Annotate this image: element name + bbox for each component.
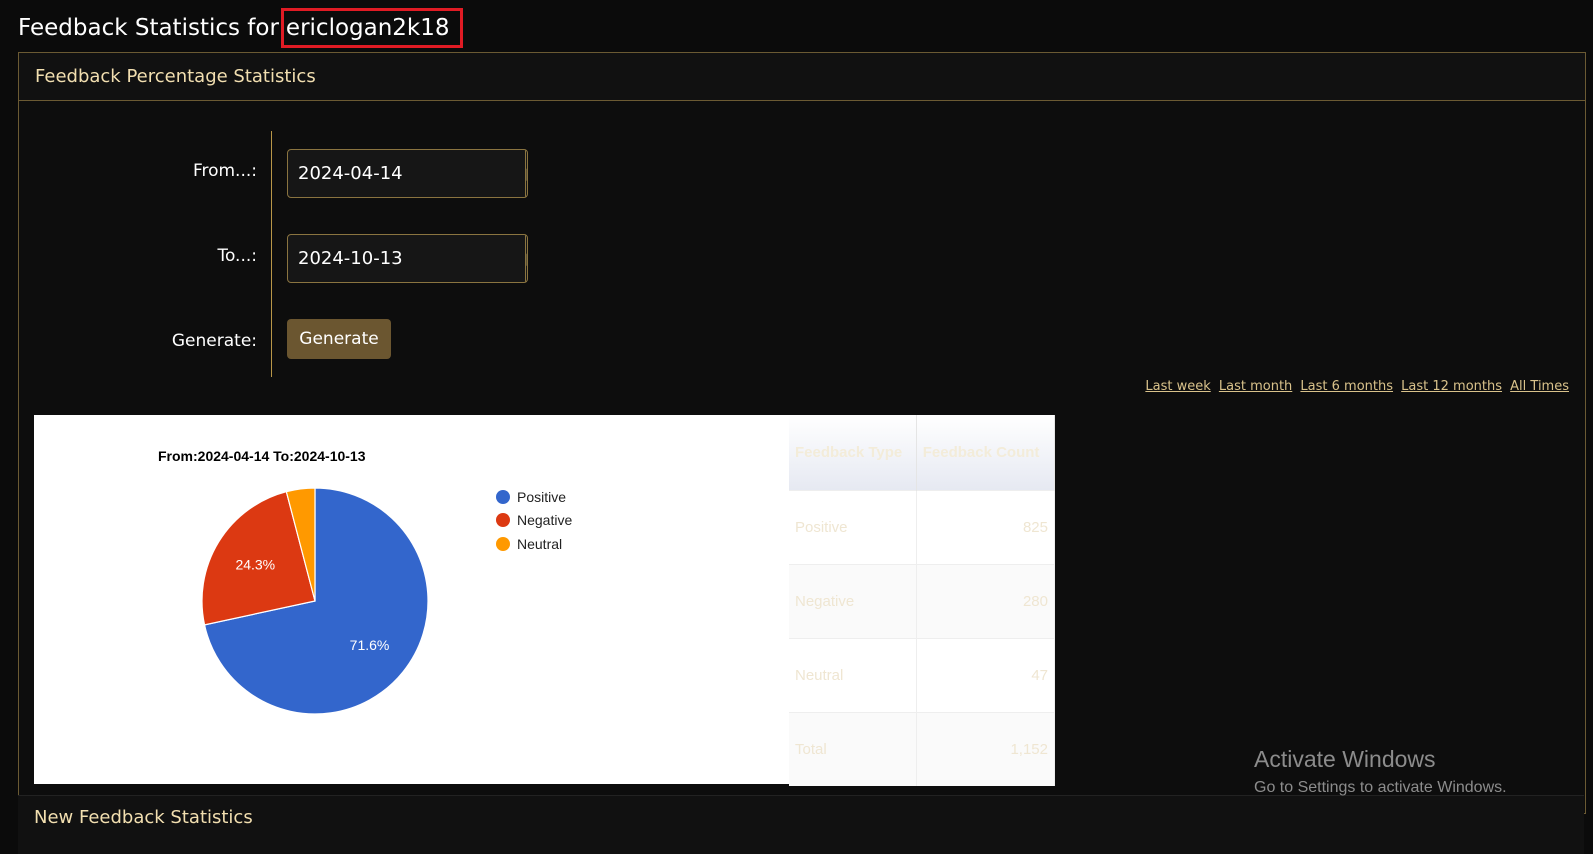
from-label: From...: xyxy=(192,161,257,181)
from-calendar-button[interactable] xyxy=(525,150,527,197)
cell-type: Positive xyxy=(789,490,917,565)
activate-windows-watermark: Activate Windows Go to Settings to activ… xyxy=(1254,744,1507,802)
pie-label-negative: 24.3% xyxy=(235,556,275,572)
chart-legend: Positive Negative Neutral xyxy=(496,485,572,556)
to-label: To...: xyxy=(217,246,257,266)
feedback-percentage-panel: Feedback Percentage Statistics From...: … xyxy=(18,52,1586,814)
feedback-table: Feedback Type Feedback Count Positive 82… xyxy=(789,415,1056,786)
header-feedback-count[interactable]: Feedback Count xyxy=(916,415,1056,491)
chart-container: From:2024-04-14 To:2024-10-13 71.6% 24.3%… xyxy=(34,415,1056,786)
username-highlight: ericlogan2k18 xyxy=(280,8,463,48)
cell-type: Negative xyxy=(789,564,917,639)
legend-item-positive[interactable]: Positive xyxy=(496,485,572,509)
to-date-group xyxy=(287,234,528,283)
legend-item-neutral[interactable]: Neutral xyxy=(496,532,572,556)
cell-count: 47 xyxy=(916,638,1056,713)
pie-chart: 71.6% 24.3% xyxy=(201,487,429,715)
cell-type: Total xyxy=(789,712,917,786)
table-row: Negative 280 xyxy=(789,564,1056,639)
header-feedback-type[interactable]: Feedback Type xyxy=(789,415,917,491)
table-row: Neutral 47 xyxy=(789,638,1056,713)
table-row-total: Total 1,152 xyxy=(789,712,1056,786)
table-header-row: Feedback Type Feedback Count xyxy=(789,415,1056,491)
page-title-prefix: Feedback Statistics for xyxy=(18,15,279,41)
pie-label-positive: 71.6% xyxy=(350,637,390,653)
to-calendar-button[interactable] xyxy=(525,235,527,282)
link-all-times[interactable]: All Times xyxy=(1510,379,1569,394)
from-date-group xyxy=(287,149,528,198)
panel-header: Feedback Percentage Statistics xyxy=(19,53,1585,101)
calendar-icon xyxy=(526,167,527,181)
legend-label-negative: Negative xyxy=(517,512,573,529)
generate-label: Generate: xyxy=(171,331,257,351)
calendar-icon xyxy=(526,252,527,266)
table-row: Positive 825 xyxy=(789,490,1056,565)
chart-title: From:2024-04-14 To:2024-10-13 xyxy=(158,448,366,464)
to-date-input[interactable] xyxy=(288,235,525,282)
legend-item-negative[interactable]: Negative xyxy=(496,509,572,533)
legend-label-positive: Positive xyxy=(517,488,567,505)
cell-count: 280 xyxy=(916,564,1056,639)
page-title: Feedback Statistics for ericlogan2k18 xyxy=(18,8,463,48)
generate-button[interactable]: Generate xyxy=(287,319,391,359)
link-last-6-months[interactable]: Last 6 months xyxy=(1300,379,1393,394)
link-last-month[interactable]: Last month xyxy=(1219,379,1292,394)
cell-type: Neutral xyxy=(789,638,917,713)
quick-range-links: Last week Last month Last 6 months Last … xyxy=(1141,379,1569,394)
legend-swatch-neutral xyxy=(496,536,510,551)
watermark-line2: Go to Settings to activate Windows. xyxy=(1254,779,1507,796)
cell-count: 1,152 xyxy=(916,712,1056,786)
watermark-line1: Activate Windows xyxy=(1254,746,1436,772)
legend-swatch-negative xyxy=(496,513,510,528)
panel2-header: New Feedback Statistics xyxy=(34,807,253,828)
legend-label-neutral: Neutral xyxy=(517,535,563,552)
legend-swatch-positive xyxy=(496,489,510,504)
link-last-12-months[interactable]: Last 12 months xyxy=(1401,379,1502,394)
form-divider xyxy=(271,131,272,377)
link-last-week[interactable]: Last week xyxy=(1145,379,1210,394)
cell-count: 825 xyxy=(916,490,1056,565)
from-date-input[interactable] xyxy=(288,150,525,197)
new-feedback-panel: New Feedback Statistics xyxy=(18,795,1584,854)
